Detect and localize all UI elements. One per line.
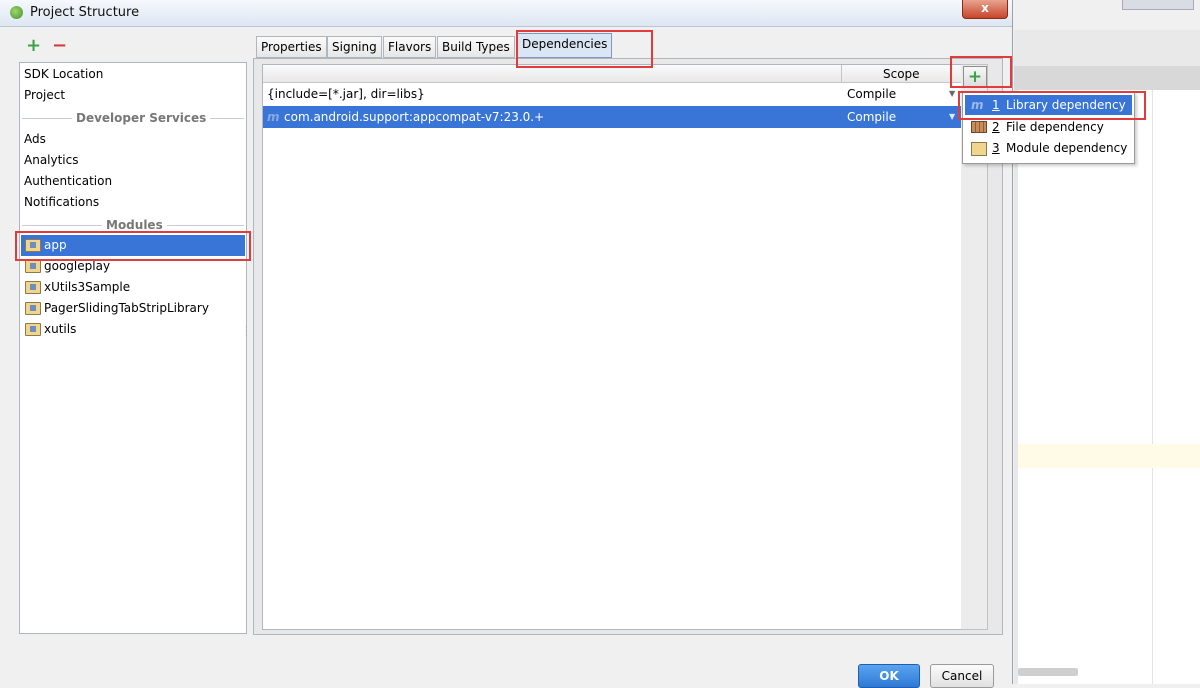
dependencies-table: Scope {include=[*.jar], dir=libs} Compil… <box>262 64 962 630</box>
close-button[interactable]: x <box>962 0 1008 19</box>
table-row[interactable]: m com.android.support:appcompat-v7:23.0.… <box>263 106 961 128</box>
ide-right-margin <box>1152 90 1153 684</box>
menu-item-label: File dependency <box>1006 120 1104 134</box>
dependency-scope[interactable]: Compile <box>847 106 896 128</box>
developer-services-separator: Developer Services <box>22 111 244 125</box>
module-folder-icon <box>25 302 41 315</box>
tab-flavors[interactable]: Flavors <box>383 36 437 58</box>
sidebar-item-authentication[interactable]: Authentication <box>24 171 112 191</box>
library-icon: m <box>267 110 280 124</box>
ide-current-line-highlight <box>1018 444 1200 468</box>
sidebar-splitter-handle[interactable]: · · · <box>245 324 249 340</box>
project-structure-dialog: Project Structure x + − SDK Location Pro… <box>0 0 1013 688</box>
module-label: xUtils3Sample <box>44 280 131 294</box>
scope-dropdown-arrow-icon[interactable]: ▼ <box>949 106 955 128</box>
sidebar-item-notifications[interactable]: Notifications <box>24 192 99 212</box>
dialog-title: Project Structure <box>30 5 140 20</box>
dependency-name: {include=[*.jar], dir=libs} <box>267 87 425 101</box>
annotation-box-library-dependency <box>958 91 1146 120</box>
module-label: xutils <box>44 322 77 336</box>
ide-editor-tabbar <box>1014 66 1200 91</box>
sidebar-item-sdk-location[interactable]: SDK Location <box>24 64 103 84</box>
menu-item-number: 3 <box>992 141 1000 155</box>
module-item-xutils3sample[interactable]: xUtils3Sample <box>21 277 245 298</box>
developer-services-header: Developer Services <box>72 111 211 125</box>
dependency-scope[interactable]: Compile <box>847 83 896 105</box>
table-row[interactable]: {include=[*.jar], dir=libs} Compile ▼ <box>263 83 961 105</box>
ok-button[interactable]: OK <box>858 664 920 688</box>
cancel-button[interactable]: Cancel <box>930 664 994 688</box>
sidebar-item-ads[interactable]: Ads <box>24 129 46 149</box>
menu-item-number: 2 <box>992 120 1000 134</box>
ide-horizontal-scrollbar[interactable] <box>1018 668 1078 676</box>
android-studio-icon <box>10 6 23 19</box>
module-folder-icon <box>25 281 41 294</box>
annotation-box-dependencies-tab <box>516 30 653 68</box>
column-divider[interactable] <box>841 65 842 82</box>
modules-header: Modules <box>102 218 167 232</box>
remove-module-button[interactable]: − <box>52 36 67 56</box>
menu-item-file-dependency[interactable]: 2 File dependency <box>965 117 1132 137</box>
ide-toolbar <box>1014 30 1200 67</box>
module-folder-icon <box>25 323 41 336</box>
annotation-box-app-module <box>15 231 251 261</box>
ide-editor-gutter <box>1014 90 1018 684</box>
modules-separator: Modules <box>22 218 244 232</box>
annotation-box-add-button <box>950 56 1012 88</box>
module-folder-icon <box>25 260 41 273</box>
sidebar-list: SDK Location Project Developer Services … <box>19 62 247 634</box>
scope-column-header[interactable]: Scope <box>883 67 920 81</box>
menu-item-label: Module dependency <box>1006 141 1128 155</box>
dependency-name: com.android.support:appcompat-v7:23.0.+ <box>284 110 545 124</box>
ide-window-controls[interactable] <box>1122 0 1194 10</box>
module-icon <box>971 142 987 156</box>
tab-signing[interactable]: Signing <box>327 36 382 58</box>
add-module-button[interactable]: + <box>26 36 41 56</box>
sidebar-item-analytics[interactable]: Analytics <box>24 150 79 170</box>
sidebar-item-project[interactable]: Project <box>24 85 65 105</box>
ide-editor <box>1014 90 1200 684</box>
module-label: PagerSlidingTabStripLibrary <box>44 301 209 315</box>
menu-item-module-dependency[interactable]: 3 Module dependency <box>965 138 1132 158</box>
jar-file-icon <box>971 121 987 133</box>
tab-build-types[interactable]: Build Types <box>437 36 515 58</box>
dialog-titlebar: Project Structure <box>0 0 1012 27</box>
tab-properties[interactable]: Properties <box>256 36 327 58</box>
module-item-pagerslidingtabstriplibrary[interactable]: PagerSlidingTabStripLibrary <box>21 298 245 319</box>
module-item-xutils[interactable]: xutils <box>21 319 245 340</box>
